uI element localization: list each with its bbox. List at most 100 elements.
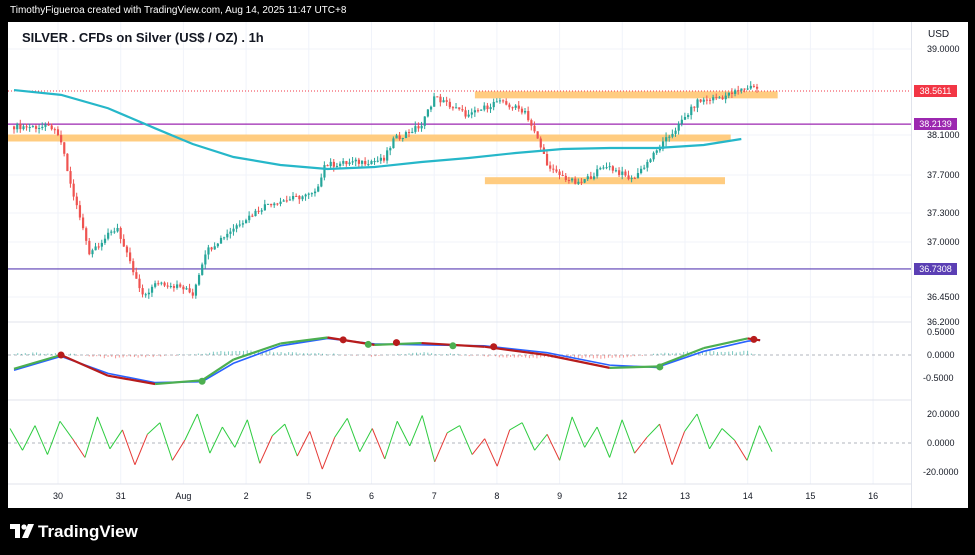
- candle-body: [536, 131, 539, 139]
- candle-body: [125, 246, 129, 253]
- candle-body: [63, 142, 66, 154]
- candle: [451, 106, 455, 111]
- candle-body: [502, 100, 505, 102]
- osc2-line: [22, 425, 36, 451]
- candle: [370, 159, 373, 165]
- candle: [486, 102, 489, 113]
- candle-body: [107, 232, 110, 239]
- candle-body: [555, 169, 558, 172]
- x-tick-label: 6: [369, 491, 374, 501]
- current-price-tag: 38.5611: [914, 84, 957, 97]
- candle-body: [561, 175, 564, 177]
- y-tick-label: 36.4500: [927, 292, 960, 302]
- x-tick-label: 14: [743, 491, 753, 501]
- candle: [749, 81, 752, 90]
- chart-frame[interactable]: 30 31 Aug 2 5 6 7 8 9 12 13 14 15 16 SILVER . CFDs on…: [8, 22, 968, 508]
- credit-text: TimothyFigueroa created with TradingView…: [10, 5, 347, 16]
- candle: [442, 97, 445, 103]
- candle-body: [216, 243, 219, 247]
- candle: [216, 242, 219, 248]
- candle-body: [702, 99, 705, 102]
- candle-body: [241, 223, 245, 225]
- candle: [627, 170, 630, 181]
- chart-svg[interactable]: 30 31 Aug 2 5 6 7 8 9 12 13 14 15 16: [8, 22, 968, 508]
- candle-body: [508, 104, 511, 108]
- osc2-line: [396, 421, 411, 447]
- candle-body: [680, 119, 683, 124]
- candle-body: [204, 254, 207, 265]
- candle: [433, 92, 436, 107]
- osc2-line: [271, 423, 286, 437]
- candle-body: [179, 284, 182, 287]
- candle-body: [636, 173, 640, 179]
- candle-body: [257, 210, 260, 212]
- candle-body: [94, 246, 97, 251]
- candle: [298, 194, 301, 204]
- candle-body: [752, 85, 756, 87]
- y-tick-label: 37.3000: [927, 208, 960, 218]
- candle-body: [144, 294, 147, 296]
- candle-body: [455, 107, 458, 109]
- osc2-line: [646, 423, 660, 438]
- candle-body: [614, 170, 618, 172]
- candle-body: [97, 246, 100, 248]
- candle: [320, 173, 323, 188]
- candle: [107, 228, 110, 241]
- candle-body: [646, 162, 649, 168]
- candle: [746, 85, 749, 91]
- osc2-line: [759, 425, 773, 452]
- candle-body: [677, 123, 680, 131]
- candle: [461, 105, 464, 112]
- candle: [279, 197, 282, 207]
- candle: [292, 192, 295, 202]
- osc2-line: [359, 428, 373, 452]
- candle-body: [113, 231, 116, 233]
- candle-body: [288, 199, 292, 201]
- candle-body: [342, 161, 345, 164]
- osc2-line: [309, 431, 323, 470]
- candle-body: [110, 231, 113, 233]
- candle: [690, 104, 693, 120]
- candle: [423, 116, 426, 130]
- candle-body: [357, 159, 361, 164]
- candle-body: [552, 168, 555, 170]
- candle-body: [721, 97, 724, 100]
- candle: [132, 258, 135, 276]
- osc2-line: [259, 435, 273, 464]
- osc1-main-line: [656, 347, 705, 368]
- candle: [699, 99, 702, 103]
- candle: [549, 161, 552, 172]
- osc1-tick-label: -0.5000: [923, 373, 954, 383]
- candle-body: [467, 114, 470, 117]
- x-tick-label: 7: [432, 491, 437, 501]
- candle-body: [621, 171, 624, 175]
- candle-body: [718, 97, 721, 99]
- candle: [128, 247, 132, 264]
- candle: [677, 121, 680, 135]
- candle: [752, 84, 756, 88]
- osc2-line: [221, 426, 236, 448]
- osc2-line: [434, 432, 448, 463]
- candle-body: [671, 133, 674, 137]
- candle-body: [185, 288, 188, 290]
- candle: [235, 223, 238, 233]
- osc2-line: [96, 416, 111, 449]
- level-price-tag: 36.7308: [914, 262, 957, 275]
- osc1-main-line: [233, 342, 281, 361]
- candle-body: [649, 159, 652, 163]
- candle: [313, 188, 317, 197]
- candle: [602, 165, 605, 170]
- candle: [589, 171, 593, 180]
- candle: [22, 124, 25, 131]
- x-tick-label: 30: [53, 491, 63, 501]
- candle-body: [132, 261, 135, 273]
- candle-body: [323, 165, 326, 178]
- osc2-line: [471, 438, 486, 455]
- price-axis[interactable]: USD 39.0000 38.1000 37.7000 37.3000 37.0000 3…: [911, 22, 968, 508]
- candle-body: [310, 193, 314, 195]
- candle: [116, 223, 119, 233]
- candle: [517, 101, 520, 112]
- candle-body: [571, 178, 574, 181]
- osc1-cross-dot: [364, 340, 372, 348]
- candle-body: [712, 97, 715, 101]
